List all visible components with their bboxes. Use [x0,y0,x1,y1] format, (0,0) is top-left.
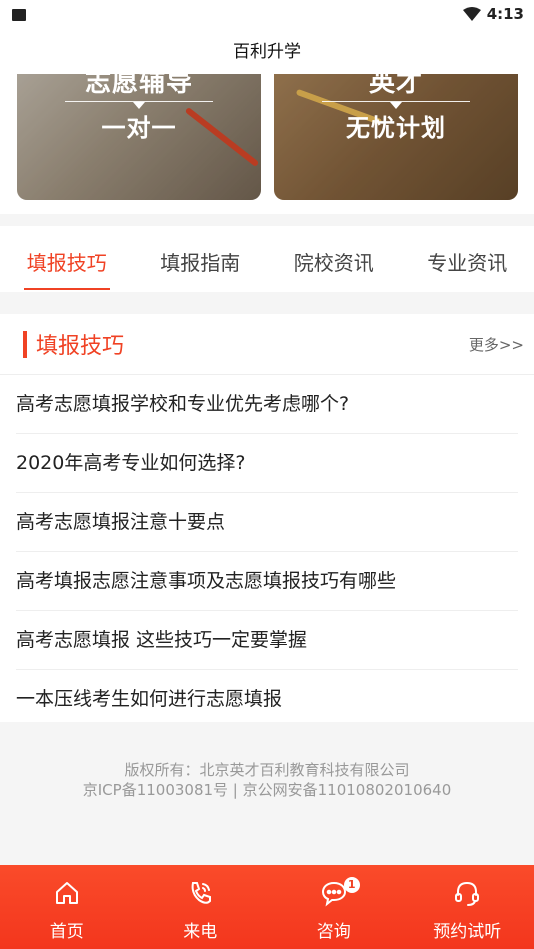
banner-line2: 一对一 [101,114,177,142]
list-item[interactable]: 高考志愿填报学校和专业优先考虑哪个? [16,375,518,434]
status-right: 4:13 [462,5,524,23]
nav-label: 首页 [49,922,84,942]
nav-label: 预约试听 [433,922,502,942]
nav-label: 来电 [183,922,218,942]
list-item[interactable]: 高考志愿填报注意十要点 [16,493,518,552]
wifi-icon [462,7,481,21]
unread-badge: 1 [343,877,360,893]
nav-consult[interactable]: 1 咨询 [267,865,401,949]
phone-icon [191,882,212,904]
banner-plan[interactable]: 英才 无忧计划 [274,74,518,200]
copyright-footer: 版权所有：北京英才百利教育科技有限公司 京ICP备11003081号 | 京公网… [0,760,534,800]
more-link[interactable]: 更多>> [469,334,524,355]
icp-line: 京ICP备11003081号 | 京公网安备11010802010640 [82,781,452,799]
status-time: 4:13 [486,5,524,23]
section-marker [23,331,27,358]
tab-school-news[interactable]: 院校资讯 [267,226,401,292]
list-item[interactable]: 2020年高考专业如何选择? [16,434,518,493]
banner-area: 志愿辅导 一对一 英才 无忧计划 [0,74,534,214]
sim-icon [12,9,26,21]
headset-icon [455,881,480,906]
nav-label: 咨询 [316,922,351,942]
section-title: 填报技巧 [36,334,125,359]
bottom-nav: 首页 来电 1 咨询 预约试听 [0,865,534,949]
banner-one-on-one[interactable]: 志愿辅导 一对一 [17,74,261,200]
section-header: 填报技巧 更多>> [0,314,534,375]
nav-booking[interactable]: 预约试听 [401,865,534,949]
banner-line2: 无忧计划 [346,114,446,142]
list-item[interactable]: 高考志愿填报 这些技巧一定要掌握 [16,611,518,670]
banner-line1: 英才 [368,74,423,98]
banner-line1: 志愿辅导 [84,74,193,98]
app-title: 百利升学 [0,30,534,74]
list-item[interactable]: 一本压线考生如何进行志愿填报 [16,670,518,728]
tab-guide[interactable]: 填报指南 [134,226,268,292]
list-item[interactable]: 高考填报志愿注意事项及志愿填报技巧有哪些 [16,552,518,611]
tab-major-news[interactable]: 专业资讯 [401,226,534,292]
status-bar: 4:13 [0,0,534,30]
category-tabs: 填报技巧 填报指南 院校资讯 专业资讯 [0,226,534,292]
article-section: 填报技巧 更多>> 高考志愿填报学校和专业优先考虑哪个? 2020年高考专业如何… [0,314,534,722]
nav-home[interactable]: 首页 [0,865,134,949]
tab-tips[interactable]: 填报技巧 [0,226,134,292]
copyright-line: 版权所有：北京英才百利教育科技有限公司 [124,761,410,779]
nav-call[interactable]: 来电 [134,865,268,949]
home-icon [55,882,78,904]
